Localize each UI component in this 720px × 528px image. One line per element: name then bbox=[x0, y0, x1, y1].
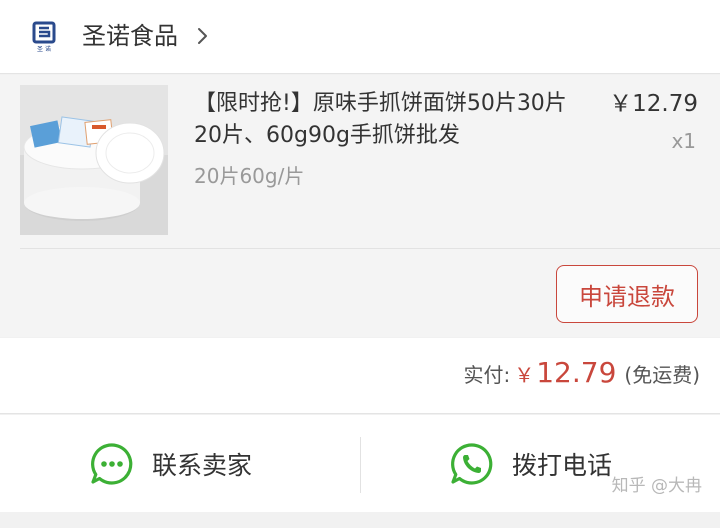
shipping-note: (免运费) bbox=[624, 363, 700, 387]
phone-icon bbox=[451, 442, 493, 485]
request-refund-button[interactable]: 申请退款 bbox=[556, 265, 698, 323]
product-photo-icon bbox=[20, 85, 168, 235]
action-bar: 联系卖家 拨打电话 知乎 @大冉 bbox=[0, 415, 720, 512]
order-item[interactable]: 【限时抢!】原味手抓饼面饼50片30片20片、60g90g手抓饼批发 20片60… bbox=[0, 75, 720, 337]
payment-currency: ￥ bbox=[514, 363, 535, 387]
call-phone-button[interactable]: 拨打电话 bbox=[450, 415, 612, 512]
divider bbox=[20, 248, 720, 249]
payment-label: 实付: bbox=[463, 363, 511, 387]
watermark: 知乎 @大冉 bbox=[611, 476, 702, 496]
store-header[interactable]: 圣 诺 圣诺食品 bbox=[0, 0, 720, 74]
product-spec: 20片60g/片 bbox=[194, 164, 305, 188]
svg-text:圣 诺: 圣 诺 bbox=[37, 45, 51, 53]
chat-bubble-icon bbox=[91, 442, 133, 485]
chevron-right-icon[interactable] bbox=[193, 24, 213, 48]
payment-line: 实付: ￥ 12.79 (免运费) bbox=[463, 356, 700, 389]
action-divider bbox=[360, 437, 361, 493]
store-name[interactable]: 圣诺食品 bbox=[82, 20, 178, 52]
product-title[interactable]: 【限时抢!】原味手抓饼面饼50片30片20片、60g90g手抓饼批发 bbox=[194, 88, 594, 152]
payment-summary: 实付: ￥ 12.79 (免运费) bbox=[0, 338, 720, 414]
contact-seller-label: 联系卖家 bbox=[152, 450, 253, 480]
product-quantity: x1 bbox=[671, 129, 696, 153]
product-image[interactable] bbox=[20, 85, 168, 235]
payment-amount: 12.79 bbox=[536, 356, 617, 389]
store-logo-icon: 圣 诺 bbox=[32, 21, 56, 53]
call-phone-label: 拨打电话 bbox=[512, 450, 613, 480]
bottom-spacer bbox=[0, 512, 720, 528]
product-price: ￥12.79 bbox=[609, 91, 698, 117]
contact-seller-button[interactable]: 联系卖家 bbox=[90, 415, 252, 512]
